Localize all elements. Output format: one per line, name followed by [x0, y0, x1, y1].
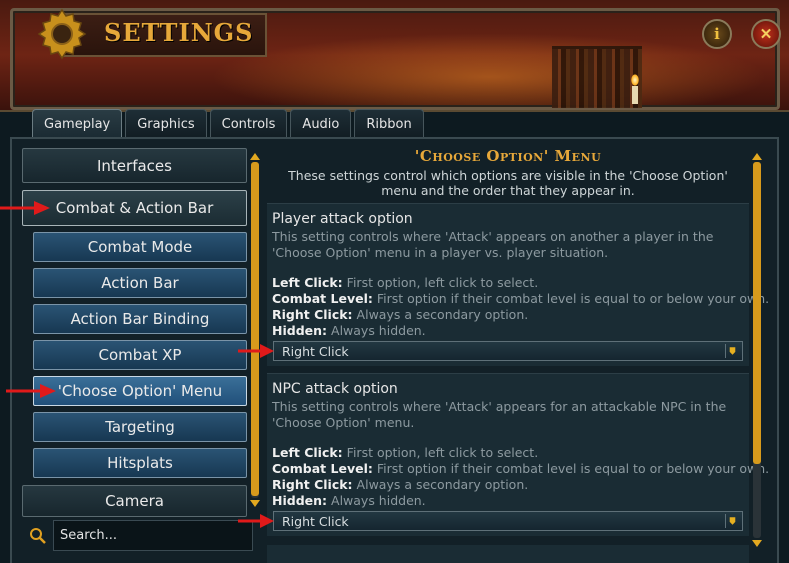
search-icon [30, 528, 46, 544]
sidebar-item-combat-mode[interactable]: Combat Mode [33, 232, 247, 262]
content-scroll-track[interactable] [753, 162, 761, 538]
dropdown-arrow-icon[interactable] [725, 344, 739, 358]
tab-gameplay[interactable]: Gameplay [32, 109, 123, 139]
sidebar-item-targeting[interactable]: Targeting [33, 412, 247, 442]
tab-audio[interactable]: Audio [290, 109, 352, 139]
content-scroll-thumb[interactable] [753, 162, 761, 464]
sidebar-item-combat-action-bar[interactable]: Combat & Action Bar [22, 190, 247, 226]
scroll-up-icon[interactable] [752, 152, 762, 160]
option-legend-left-click: Left Click: First option, left click to … [272, 445, 539, 460]
setting-description: This setting controls where 'Attack' app… [272, 229, 714, 260]
sidebar-scroll-track[interactable] [251, 162, 259, 498]
annotation-arrow-icon [238, 514, 274, 528]
bookshelf-decoration [552, 46, 642, 108]
page-description: These settings control which options are… [288, 168, 728, 198]
annotation-arrow-icon [0, 201, 50, 215]
dropdown-value: Right Click [282, 343, 349, 359]
page-title: 'Choose Option' Menu [414, 147, 602, 165]
sidebar-item-choose-option-menu[interactable]: 'Choose Option' Menu [33, 376, 247, 406]
setting-title: Player attack option [272, 211, 413, 227]
option-legend-combat-level: Combat Level: First option if their comb… [272, 461, 770, 476]
option-legend-combat-level: Combat Level: First option if their comb… [272, 291, 770, 306]
dropdown-value: Right Click [282, 513, 349, 529]
tab-graphics[interactable]: Graphics [125, 109, 207, 139]
info-icon: i [714, 25, 720, 43]
scroll-down-icon[interactable] [752, 540, 762, 548]
flame-decoration [631, 74, 639, 86]
sidebar-item-camera[interactable]: Camera [22, 485, 247, 517]
sidebar-scroll-thumb[interactable] [251, 162, 259, 496]
settings-tabs: Gameplay Graphics Controls Audio Ribbon [32, 109, 424, 139]
close-button[interactable]: ✕ [751, 19, 781, 49]
setting-description: This setting controls where 'Attack' app… [272, 399, 727, 430]
player-attack-option-dropdown[interactable]: Right Click [273, 341, 743, 361]
tab-ribbon[interactable]: Ribbon [354, 109, 424, 139]
npc-attack-option-dropdown[interactable]: Right Click [273, 511, 743, 531]
annotation-arrow-icon [238, 344, 274, 358]
search-input[interactable] [53, 520, 253, 551]
sidebar-item-action-bar-binding[interactable]: Action Bar Binding [33, 304, 247, 334]
settings-header: SETTINGS i ✕ [0, 0, 789, 112]
next-setting-card-partial [267, 545, 749, 563]
option-legend-hidden: Hidden: Always hidden. [272, 493, 426, 508]
window-title: SETTINGS [104, 18, 254, 47]
gear-icon [37, 8, 87, 60]
option-legend-right-click: Right Click: Always a secondary option. [272, 477, 529, 492]
sidebar-item-hitsplats[interactable]: Hitsplats [33, 448, 247, 478]
sidebar-item-combat-xp[interactable]: Combat XP [33, 340, 247, 370]
option-legend-right-click: Right Click: Always a secondary option. [272, 307, 529, 322]
candle-decoration [632, 86, 638, 104]
option-legend-left-click: Left Click: First option, left click to … [272, 275, 539, 290]
scroll-down-icon[interactable] [250, 500, 260, 508]
scroll-up-icon[interactable] [250, 152, 260, 160]
tab-controls[interactable]: Controls [209, 109, 288, 139]
sidebar-item-action-bar[interactable]: Action Bar [33, 268, 247, 298]
dropdown-arrow-icon[interactable] [725, 514, 739, 528]
option-legend-hidden: Hidden: Always hidden. [272, 323, 426, 338]
close-icon: ✕ [759, 25, 773, 43]
setting-title: NPC attack option [272, 381, 398, 397]
info-button[interactable]: i [702, 19, 732, 49]
sidebar-item-interfaces[interactable]: Interfaces [22, 148, 247, 183]
annotation-arrow-icon [6, 384, 56, 398]
